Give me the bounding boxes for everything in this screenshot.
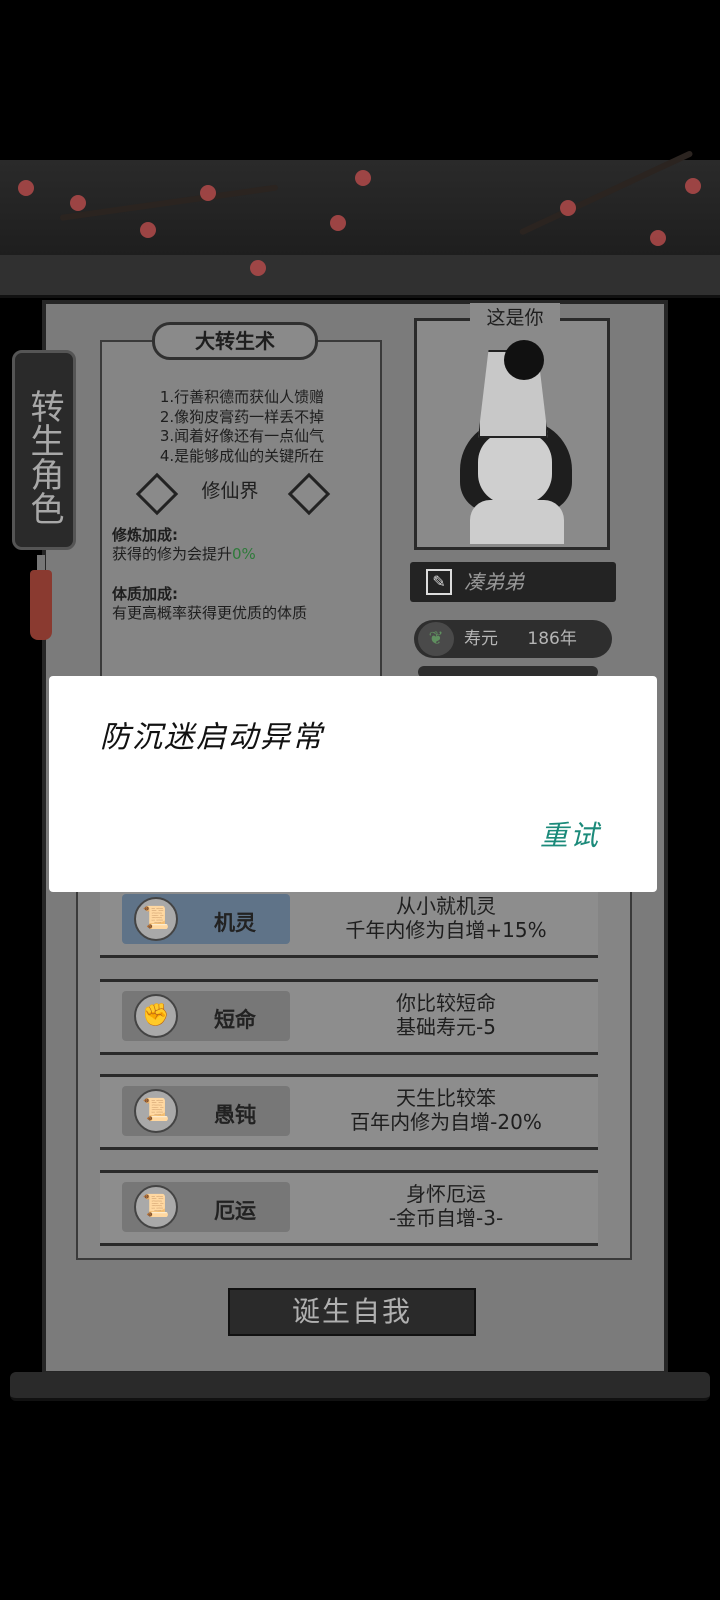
trait-desc: 你比较短命 基础寿元-5	[316, 991, 576, 1039]
trait-name: 厄运	[214, 1199, 256, 1223]
trait-name: 短命	[214, 1008, 256, 1032]
trait-desc: 身怀厄运 -金币自增-3-	[316, 1182, 576, 1230]
blossom	[355, 170, 371, 186]
scroll-icon: 📜	[134, 1089, 178, 1133]
character-body	[470, 500, 564, 544]
blossom	[685, 178, 701, 194]
birth-button[interactable]: 诞生自我	[228, 1288, 476, 1336]
cultivation-bonus-text: 获得的修为会提升0%	[112, 543, 256, 564]
blossom	[70, 195, 86, 211]
constitution-bonus-title: 体质加成:	[112, 585, 178, 603]
trait-desc: 从小就机灵 千年内修为自增+15%	[316, 894, 576, 942]
trait-desc-line1: 天生比较笨	[396, 1086, 496, 1110]
scroll-icon: 📜	[134, 1185, 178, 1229]
cultivation-bonus-prefix: 获得的修为会提升	[112, 545, 233, 563]
side-tab-rebirth[interactable]: 转生角色	[12, 350, 76, 550]
blossom	[330, 215, 346, 231]
info-panel-title: 大转生术	[152, 322, 318, 360]
tassel	[30, 570, 52, 640]
lifespan-label: 寿元	[464, 629, 498, 649]
trait-desc-line2: -金币自增-3-	[388, 1206, 504, 1230]
scroll-bottom-rod	[10, 1372, 710, 1401]
rules-list: 1.行善积德而获仙人馈赠 2.像狗皮膏药一样丢不掉 3.闻着好像还有一点仙气 4…	[112, 388, 372, 466]
dialog-message: 防沉迷启动异常	[100, 720, 324, 755]
character-name: 凑弟弟	[464, 570, 524, 594]
blossom	[250, 260, 266, 276]
cultivation-bonus-title: 修炼加成:	[112, 526, 178, 544]
trait-desc-line2: 基础寿元-5	[396, 1015, 496, 1039]
trait-desc-line1: 身怀厄运	[406, 1182, 486, 1206]
blossom	[650, 230, 666, 246]
lifespan-value: 186年	[527, 629, 577, 649]
cultivation-bonus-value: 0%	[232, 545, 256, 563]
blossom	[200, 185, 216, 201]
realm-label: 修仙界	[201, 480, 259, 502]
rule-item: 2.像狗皮膏药一样丢不掉	[159, 407, 325, 426]
side-tab-label: 转生角色	[24, 389, 64, 525]
trait-desc-line2: 千年内修为自增+15%	[345, 918, 547, 942]
trait-name: 愚钝	[214, 1103, 256, 1127]
scroll-icon: 📜	[134, 897, 178, 941]
rule-item: 4.是能够成仙的关键所在	[159, 446, 325, 465]
portrait-label: 这是你	[470, 303, 560, 330]
roof-eave	[0, 255, 720, 298]
retry-button[interactable]: 重试	[540, 814, 600, 854]
trait-desc-line1: 从小就机灵	[396, 894, 496, 918]
character-face	[478, 432, 552, 504]
character-hat-ball	[504, 340, 544, 380]
blossom	[560, 200, 576, 216]
trait-desc: 天生比较笨 百年内修为自增-20%	[316, 1086, 576, 1134]
constitution-bonus-text: 有更高概率获得更优质的体质	[112, 604, 308, 622]
fist-icon: ✊	[134, 994, 178, 1038]
rule-item: 1.行善积德而获仙人馈赠	[159, 388, 325, 406]
rule-item: 3.闻着好像还有一点仙气	[159, 427, 325, 445]
trait-desc-line1: 你比较短命	[396, 991, 496, 1015]
trait-desc-line2: 百年内修为自增-20%	[350, 1110, 542, 1134]
edit-icon[interactable]: ✎	[426, 569, 452, 595]
leaf-icon: ❦	[418, 622, 454, 656]
anti-addiction-dialog	[49, 676, 657, 892]
trait-name: 机灵	[214, 911, 256, 935]
blossom	[140, 222, 156, 238]
blossom	[18, 180, 34, 196]
